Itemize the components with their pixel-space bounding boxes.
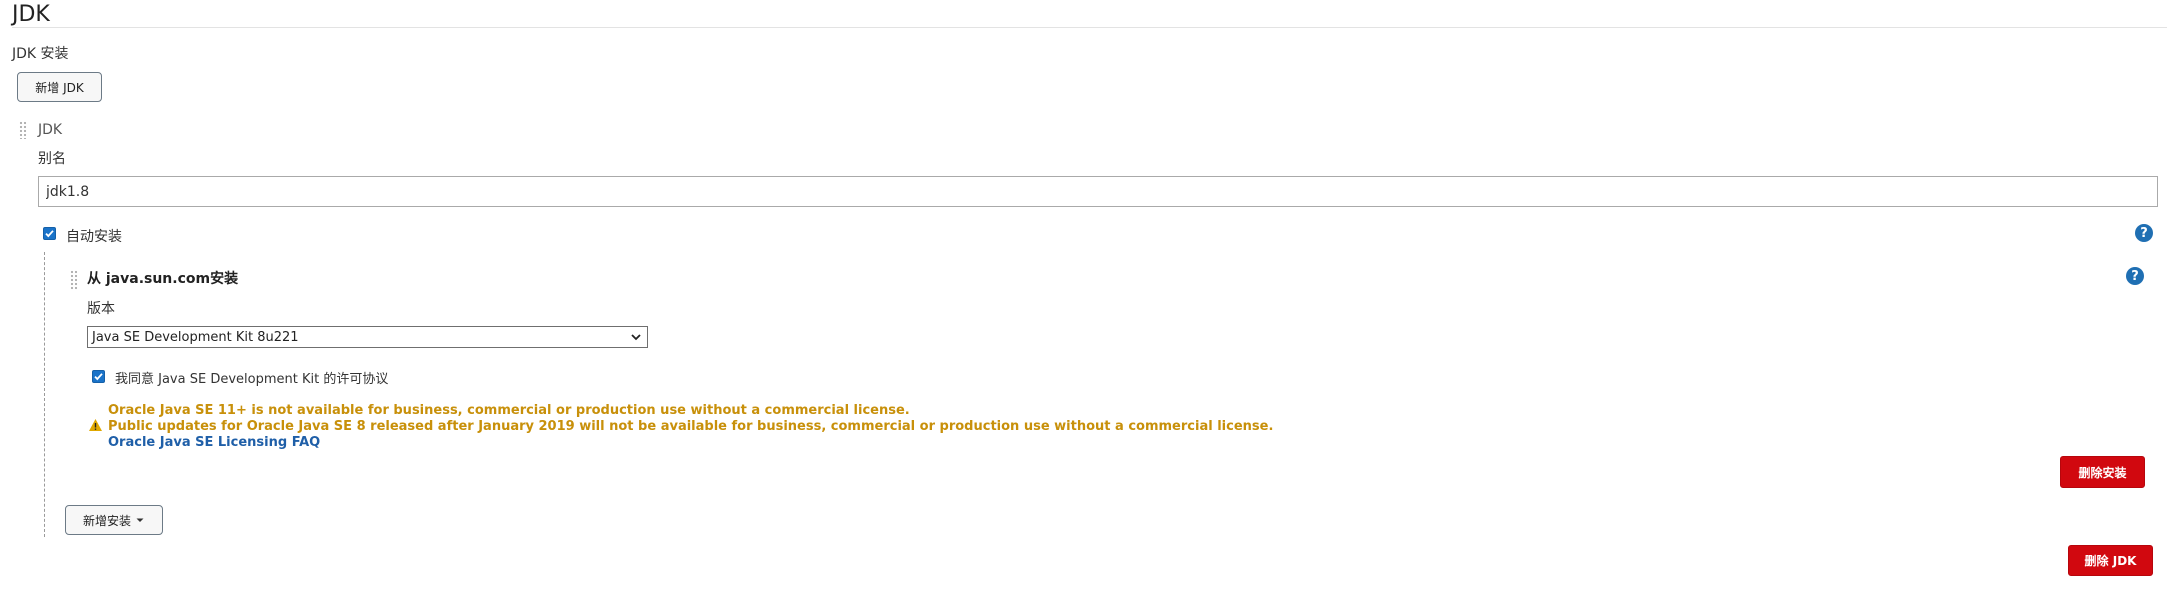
delete-jdk-button[interactable]: 删除 JDK [2068, 545, 2153, 576]
add-installer-label: 新增安装 [82, 513, 131, 528]
license-agree-label: 我同意 Java SE Development Kit 的许可协议 [115, 372, 389, 387]
alias-label: 别名 [38, 151, 66, 167]
section-title: JDK [12, 2, 50, 27]
version-select-value: Java SE Development Kit 8u221 [92, 329, 299, 345]
warning-icon [89, 419, 102, 431]
installer-title: 从 java.sun.com安装 [87, 271, 239, 287]
check-icon [45, 230, 54, 238]
help-icon[interactable]: ? [2126, 267, 2144, 285]
caret-down-icon [631, 334, 641, 341]
delete-installer-button[interactable]: 删除安装 [2060, 456, 2145, 488]
section-divider [12, 27, 2167, 28]
auto-install-label: 自动安装 [66, 229, 122, 245]
licensing-faq-link[interactable]: Oracle Java SE Licensing FAQ [108, 435, 320, 450]
alias-input[interactable] [38, 176, 2158, 207]
license-agree-checkbox[interactable] [92, 370, 105, 383]
caret-down-icon [136, 518, 144, 522]
auto-install-checkbox[interactable] [43, 227, 56, 240]
version-label: 版本 [87, 301, 115, 317]
add-installer-button[interactable]: 新增安装 [65, 505, 163, 535]
help-icon[interactable]: ? [2135, 224, 2153, 242]
version-select[interactable]: Java SE Development Kit 8u221 [87, 326, 648, 348]
installer-group-border [44, 252, 45, 537]
jdk-installations-label: JDK 安装 [12, 46, 69, 62]
warning-line-1: Oracle Java SE 11+ is not available for … [108, 403, 910, 418]
drag-handle-icon[interactable] [19, 121, 27, 139]
drag-handle-icon[interactable] [70, 270, 78, 290]
warning-line-2: Public updates for Oracle Java SE 8 rele… [108, 419, 1274, 434]
check-icon [94, 373, 103, 381]
jdk-block-header: JDK [38, 122, 63, 138]
add-jdk-button[interactable]: 新增 JDK [17, 72, 102, 102]
